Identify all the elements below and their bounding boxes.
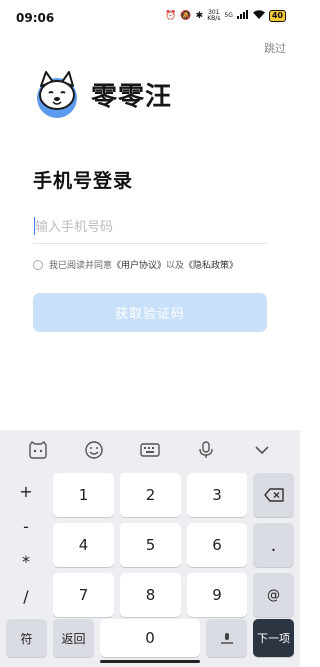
key-7[interactable]: 7 bbox=[53, 573, 114, 617]
agreement-prefix: 我已阅读并同意 bbox=[49, 261, 113, 271]
key-2[interactable]: 2 bbox=[120, 473, 181, 517]
key-1[interactable]: 1 bbox=[53, 473, 114, 517]
keyboard-toolbar bbox=[0, 430, 300, 470]
wifi-icon bbox=[252, 10, 265, 22]
keyboard-mascot-icon[interactable] bbox=[26, 438, 50, 462]
key-divide[interactable]: / bbox=[6, 582, 46, 610]
mute-icon: 🔕 bbox=[180, 11, 192, 21]
key-5[interactable]: 5 bbox=[120, 523, 181, 567]
status-bar: 09:06 ⏰ 🔕 ✱ 301 KB/s 5G 40 bbox=[0, 0, 300, 36]
key-9[interactable]: 9 bbox=[187, 573, 247, 617]
key-8[interactable]: 8 bbox=[120, 573, 181, 617]
phone-input[interactable] bbox=[33, 210, 267, 244]
back-key[interactable]: 返回 bbox=[53, 619, 94, 657]
bluetooth-icon: ✱ bbox=[195, 11, 204, 21]
key-dot[interactable]: . bbox=[253, 523, 294, 567]
agreement-checkbox[interactable] bbox=[33, 259, 43, 270]
space-key[interactable] bbox=[206, 619, 247, 657]
next-key[interactable]: 下一项 bbox=[253, 619, 294, 657]
battery-icon: 40 bbox=[268, 10, 286, 22]
backspace-key[interactable] bbox=[253, 473, 294, 517]
home-indicator[interactable] bbox=[100, 660, 200, 663]
get-code-button[interactable]: 获取验证码 bbox=[33, 293, 267, 332]
user-agreement-link[interactable]: 《用户协议》 bbox=[112, 258, 166, 271]
key-3[interactable]: 3 bbox=[187, 473, 247, 517]
text-cursor bbox=[34, 217, 35, 235]
app-logo: 零零汪 bbox=[33, 68, 172, 120]
net-speed: 301 KB/s bbox=[207, 9, 221, 22]
chevron-down-icon[interactable] bbox=[250, 438, 274, 462]
skip-button[interactable]: 跳过 bbox=[264, 40, 286, 56]
space-cursor-icon bbox=[220, 633, 233, 644]
status-icons: ⏰ 🔕 ✱ 301 KB/s 5G 40 bbox=[165, 10, 286, 22]
signal-icon bbox=[236, 10, 249, 22]
logo-text: 零零汪 bbox=[91, 81, 173, 112]
key-minus[interactable]: - bbox=[6, 512, 46, 540]
keyboard-switch-icon[interactable] bbox=[138, 438, 162, 462]
key-plus[interactable]: + bbox=[6, 477, 46, 505]
emoji-icon[interactable] bbox=[82, 438, 106, 462]
key-at[interactable]: @ bbox=[253, 573, 294, 617]
agreement-row: 我已阅读并同意 《用户协议》 以及 《隐私政策》 bbox=[33, 258, 238, 271]
network-type: 5G bbox=[224, 12, 233, 19]
numeric-keyboard: + - * / 1 2 3 4 5 6 . 7 8 9 @ 符 返回 0 下一项 bbox=[0, 430, 300, 667]
key-0[interactable]: 0 bbox=[100, 619, 200, 657]
key-6[interactable]: 6 bbox=[187, 523, 247, 567]
backspace-icon bbox=[263, 488, 284, 502]
page-title: 手机号登录 bbox=[33, 170, 134, 192]
key-multiply[interactable]: * bbox=[6, 547, 46, 575]
dog-logo-icon bbox=[37, 71, 77, 118]
privacy-policy-link[interactable]: 《隐私政策》 bbox=[184, 258, 238, 271]
key-4[interactable]: 4 bbox=[53, 523, 114, 567]
agreement-middle: 以及 bbox=[166, 261, 185, 271]
microphone-icon[interactable] bbox=[194, 438, 218, 462]
symbol-key[interactable]: 符 bbox=[6, 619, 47, 657]
alarm-icon: ⏰ bbox=[165, 11, 177, 21]
status-time: 09:06 bbox=[16, 11, 55, 25]
